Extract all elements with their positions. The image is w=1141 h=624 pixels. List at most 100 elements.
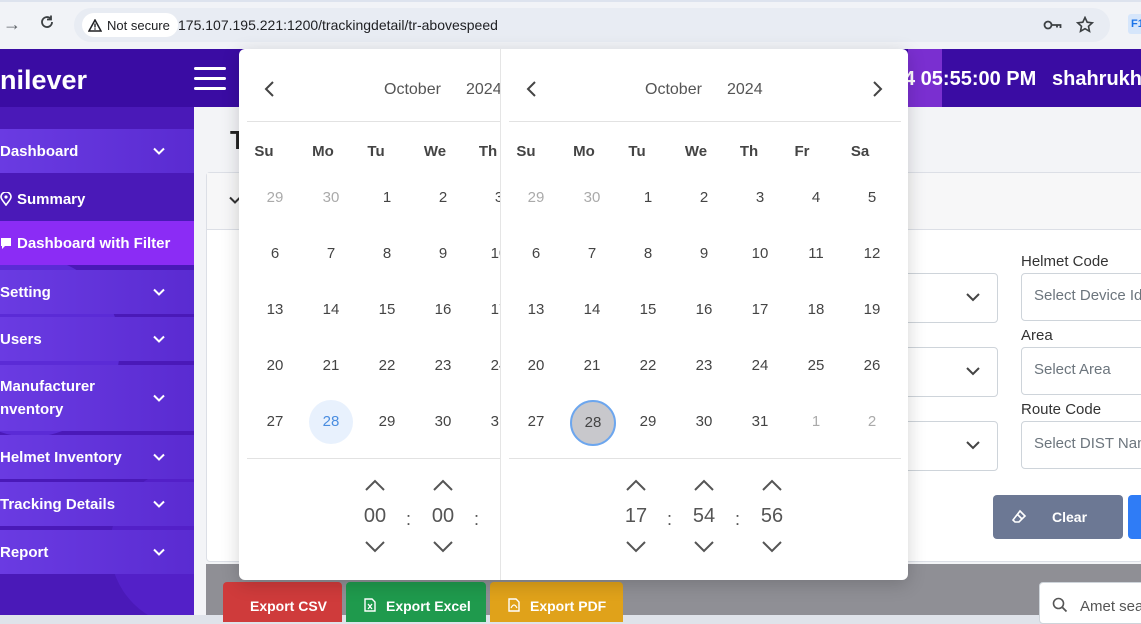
address-bar[interactable]: Not secure 175.107.195.221:1200/tracking… [74,8,1110,42]
calendar-day[interactable]: 8 [626,232,670,276]
calendar-day[interactable]: 21 [309,344,353,388]
sidebar-item-dashboard-with-filter[interactable]: Dashboard with Filter [0,221,194,265]
chevron-right-icon[interactable] [867,79,887,99]
calendar-day[interactable]: 3 [477,176,500,220]
calendar-day[interactable]: 10 [477,232,500,276]
calendar-day[interactable]: 27 [253,400,297,444]
security-chip[interactable]: Not secure [82,13,178,37]
chevron-down-icon[interactable] [431,539,455,555]
calendar-day[interactable]: 12 [850,232,894,276]
calendar-day[interactable]: 29 [626,400,670,444]
extension-icon[interactable]: F1 [1128,14,1141,34]
calendar-day[interactable]: 31 [738,400,782,444]
calendar-day[interactable]: 20 [253,344,297,388]
sidebar-item-users[interactable]: Users [0,317,194,361]
calendar-day[interactable]: 29 [253,176,297,220]
sidebar-item-dashboard[interactable]: Dashboard [0,129,194,173]
chevron-up-icon[interactable] [431,477,455,493]
chevron-left-icon[interactable] [260,79,280,99]
sidebar-item-tracking-details[interactable]: Tracking Details [0,482,194,526]
calendar-year[interactable]: 2024 [466,81,500,99]
url-text[interactable]: 175.107.195.221:1200/trackingdetail/tr-a… [178,17,498,33]
clear-button[interactable]: Clear [993,495,1123,539]
calendar-day[interactable]: 17 [738,288,782,332]
calendar-day[interactable]: 1 [794,400,838,444]
calendar-day[interactable]: 24 [738,344,782,388]
route-code-select[interactable]: Select DIST Name [1021,421,1141,469]
export-excel-button[interactable]: Export Excel [346,582,486,622]
calendar-day[interactable]: 30 [682,400,726,444]
calendar-day[interactable]: 2 [850,400,894,444]
calendar-day[interactable]: 23 [682,344,726,388]
calendar-day[interactable]: 1 [626,176,670,220]
calendar-day[interactable]: 18 [794,288,838,332]
calendar-day[interactable]: 30 [570,176,614,220]
calendar-day[interactable]: 13 [253,288,297,332]
calendar-day[interactable]: 14 [570,288,614,332]
calendar-day[interactable]: 30 [309,176,353,220]
password-key-icon[interactable] [1043,16,1063,39]
hamburger-menu-icon[interactable] [194,67,226,91]
calendar-day[interactable]: 15 [626,288,670,332]
calendar-day[interactable]: 9 [421,232,465,276]
calendar-day[interactable]: 11 [794,232,838,276]
calendar-day[interactable]: 7 [309,232,353,276]
calendar-day[interactable]: 22 [626,344,670,388]
calendar-day[interactable]: 1 [365,176,409,220]
calendar-day[interactable]: 13 [514,288,558,332]
helmet-code-select[interactable]: Select Device Id [1021,273,1141,321]
end-minutes[interactable]: 54 [684,505,724,528]
calendar-day[interactable]: 15 [365,288,409,332]
calendar-day[interactable]: 9 [682,232,726,276]
calendar-day[interactable]: 6 [253,232,297,276]
sidebar-item-helmet-inventory[interactable]: Helmet Inventory [0,435,194,479]
forward-icon[interactable]: → [2,14,22,34]
area-select[interactable]: Select Area [1021,347,1141,395]
calendar-day[interactable]: 19 [850,288,894,332]
sidebar-item-summary[interactable]: Summary [0,177,194,221]
calendar-day[interactable]: 30 [421,400,465,444]
calendar-year[interactable]: 2024 [727,81,763,99]
calendar-day[interactable]: 21 [570,344,614,388]
start-minutes[interactable]: 00 [423,505,463,528]
sidebar-item-manufacturer-inventory[interactable]: Manufacturer nventory [0,365,194,431]
calendar-day[interactable]: 4 [794,176,838,220]
calendar-day[interactable]: 6 [514,232,558,276]
export-pdf-button[interactable]: Export PDF [490,582,623,622]
table-search-input[interactable]: Amet search [1039,582,1141,624]
calendar-day[interactable]: 17 [477,288,500,332]
chevron-down-icon[interactable] [624,539,648,555]
bookmark-star-icon[interactable] [1075,15,1095,39]
export-csv-button[interactable]: Export CSV [223,582,342,622]
calendar-day[interactable]: 5 [850,176,894,220]
sidebar-item-setting[interactable]: Setting [0,270,194,314]
calendar-day[interactable]: 29 [514,176,558,220]
calendar-day[interactable]: 27 [514,400,558,444]
calendar-day[interactable]: 26 [850,344,894,388]
calendar-day[interactable]: 28 [309,400,353,444]
calendar-day[interactable]: 24 [477,344,500,388]
chevron-up-icon[interactable] [692,477,716,493]
calendar-day[interactable]: 2 [682,176,726,220]
chevron-left-icon[interactable] [522,79,542,99]
calendar-day[interactable]: 7 [570,232,614,276]
chevron-down-icon[interactable] [692,539,716,555]
calendar-day[interactable]: 22 [365,344,409,388]
calendar-day[interactable]: 28 [570,400,616,446]
chevron-down-icon[interactable] [363,539,387,555]
start-hours[interactable]: 00 [355,505,395,528]
submit-button[interactable] [1128,495,1141,539]
calendar-day[interactable]: 14 [309,288,353,332]
chevron-down-icon[interactable] [760,539,784,555]
end-hours[interactable]: 17 [616,505,656,528]
calendar-day[interactable]: 16 [421,288,465,332]
calendar-month[interactable]: October [384,81,441,99]
reload-icon[interactable] [37,14,57,34]
chevron-up-icon[interactable] [624,477,648,493]
header-username[interactable]: shahrukh [1052,68,1141,91]
calendar-day[interactable]: 29 [365,400,409,444]
end-seconds[interactable]: 56 [752,505,792,528]
sidebar-item-report[interactable]: Report [0,530,194,574]
calendar-month[interactable]: October [645,81,702,99]
calendar-day[interactable]: 20 [514,344,558,388]
